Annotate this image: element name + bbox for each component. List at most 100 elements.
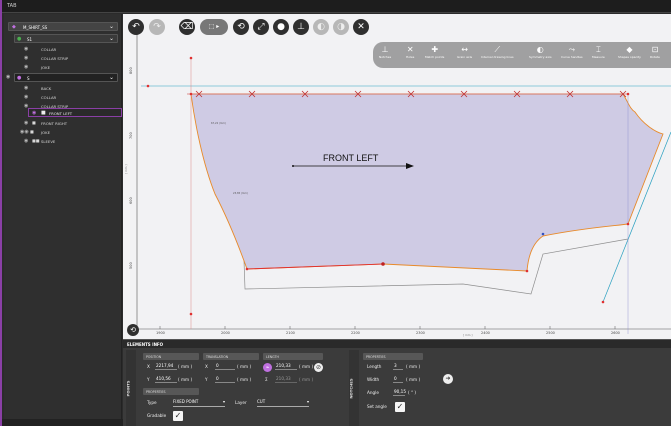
visibility-icon[interactable]: ◉: [6, 74, 10, 80]
unit-label: ( mm ): [299, 364, 314, 369]
properties-header: PROPERTIES: [143, 388, 199, 395]
lock-icon[interactable]: ■: [30, 129, 34, 134]
rotate-icon[interactable]: ⟲: [233, 19, 249, 35]
model-icon: ◆: [12, 24, 16, 30]
drawing-canvas[interactable]: 1900 2000 2100 2200 2300 2400 2500 2600 500 600 7…: [123, 14, 671, 339]
contrast-icon[interactable]: ◑: [333, 19, 349, 35]
x-tick-label: 2300: [416, 331, 425, 335]
type-dropdown[interactable]: FIXED POINT ▾: [173, 399, 225, 407]
unit-label: ( mm ): [299, 377, 314, 382]
line-tool-icon[interactable]: ⤢: [253, 19, 269, 35]
eraser-icon[interactable]: ⌫: [179, 19, 195, 35]
tool-curve-handles[interactable]: ⤳ Curve handles: [561, 44, 583, 59]
tree-group-s[interactable]: ● S ⌄: [14, 73, 118, 82]
set-angle-label: Set angle: [367, 404, 387, 409]
construction-point: [541, 232, 545, 236]
reset-view-icon[interactable]: ⟲: [127, 324, 139, 336]
tree-item-label: FRONT RIGHT: [41, 121, 68, 126]
chevron-down-icon[interactable]: ⌄: [109, 35, 114, 42]
visibility-icon[interactable]: ◉: [24, 94, 28, 100]
visibility-icon[interactable]: ◉: [24, 120, 28, 126]
front-left-piece: [190, 93, 664, 272]
mirror-icon[interactable]: ◐: [313, 19, 329, 35]
internal-lines-icon: ⟋: [494, 45, 501, 54]
notch-tool-icon[interactable]: ⊥: [293, 19, 309, 35]
chevron-down-icon[interactable]: ⌄: [109, 74, 114, 81]
notch-width-field[interactable]: 0: [393, 376, 403, 383]
tool-match-points[interactable]: ✚ Match points: [425, 44, 444, 59]
unit-label: ( mm ): [178, 364, 193, 369]
layer-dropdown[interactable]: CUT ▾: [257, 399, 309, 407]
tool-symmetry-axis[interactable]: ◐ Symmetry axis: [529, 44, 552, 59]
set-angle-checkbox[interactable]: ✓: [395, 402, 405, 412]
notch-action-icon[interactable]: ➜: [443, 374, 453, 384]
y-tick-label: 700: [129, 132, 133, 139]
grain-start-point: [292, 165, 294, 167]
position-x-field[interactable]: 2217,94: [155, 363, 177, 370]
display-options-panel: ⊥ Notches ✕ Holes ✚ Match points ↔ Grain axi…: [373, 42, 671, 68]
y-label: Y: [205, 377, 208, 382]
notch-icon: ⊥: [381, 45, 389, 54]
length-field[interactable]: 210,33: [275, 363, 297, 370]
length-header: LENGTH: [263, 353, 323, 360]
gradable-label: Gradable: [147, 413, 167, 418]
unit-label: ( mm ): [178, 377, 193, 382]
point-tool-icon[interactable]: ●: [273, 19, 289, 35]
tree-item-label: COLLAR: [41, 47, 57, 52]
gradable-checkbox[interactable]: ✓: [173, 411, 183, 421]
visibility-icon[interactable]: ◉◉: [20, 129, 29, 135]
title-bar: TAB: [2, 0, 671, 13]
lock-icon[interactable]: ■■: [32, 138, 40, 143]
translation-y-field[interactable]: 0: [215, 376, 235, 383]
type-label: Type: [147, 400, 157, 405]
visibility-icon[interactable]: ◉: [24, 138, 28, 144]
size-icon: ●: [17, 36, 22, 42]
notch-length-field[interactable]: 3: [393, 363, 403, 370]
close-icon[interactable]: ✕: [353, 19, 369, 35]
translation-x-field[interactable]: 0: [215, 363, 235, 370]
visibility-icon[interactable]: ◉: [32, 110, 36, 116]
x-axis-ticks: 1900 2000 2100 2200 2300 2400 2500 2600: [156, 326, 620, 335]
visibility-icon[interactable]: ◉: [24, 64, 28, 70]
tree-item-front-left-selected[interactable]: ◉ ■ FRONT LEFT: [28, 108, 122, 117]
symmetry-axis-icon: ◐: [536, 45, 544, 54]
x-tick-label: 1900: [156, 331, 165, 335]
opacity-icon: ◆: [626, 45, 633, 54]
tree-root-model[interactable]: ◆ M_SHIRT_SS ⌄: [8, 22, 118, 31]
visibility-icon[interactable]: ◉: [24, 85, 28, 91]
status-bar: [2, 419, 123, 426]
translation-header: TRANSLATION: [203, 353, 259, 360]
tool-measure[interactable]: ⌶ Measure: [592, 44, 605, 59]
lock-length-icon[interactable]: ⊘: [314, 363, 323, 372]
tool-shapes-opacity[interactable]: ◆ Shapes opacity: [618, 44, 641, 59]
visibility-icon[interactable]: ◉: [24, 55, 28, 61]
redo-icon[interactable]: ↷: [149, 19, 165, 35]
chevron-down-icon[interactable]: ⌄: [109, 23, 114, 30]
lock-icon[interactable]: ■: [41, 110, 46, 116]
undo-icon[interactable]: ↶: [128, 19, 144, 35]
notches-tab[interactable]: NOTCHES: [349, 350, 359, 426]
lock-icon[interactable]: ■: [32, 120, 36, 125]
tree-root-label: M_SHIRT_SS: [23, 25, 48, 30]
tool-internal-lines[interactable]: ⟋ Internal drawing lines: [481, 44, 514, 59]
position-y-field[interactable]: 410,56: [155, 376, 177, 383]
tool-holes[interactable]: ✕ Holes: [406, 44, 414, 59]
elements-info-panel: ELEMENTS INFO POINTS POSITION TRANSLATIO…: [123, 339, 671, 426]
y-axis-ticks: 500 600 700 800: [129, 67, 133, 269]
notch-angle-field[interactable]: 90,15: [393, 389, 406, 396]
x-tick-label: 2600: [611, 331, 620, 335]
tree-group-s1[interactable]: ● S1 ⌄: [14, 34, 118, 43]
construction-point: [189, 56, 193, 60]
measure-icon: ⌶: [595, 45, 601, 54]
construction-point: [245, 267, 249, 271]
points-tab[interactable]: POINTS: [125, 350, 136, 426]
tool-rotate[interactable]: ⊡ Rotate: [650, 44, 660, 59]
measure-label: 67,22 (mm): [211, 121, 226, 125]
size-icon: ●: [17, 75, 22, 81]
construction-point: [189, 312, 193, 316]
tool-grain-axis[interactable]: ↔ Grain axis: [457, 44, 472, 59]
pattern-tree-panel: ◆ M_SHIRT_SS ⌄ ● S1 ⌄ ◉ COLLAR ◉ COLLAR …: [4, 14, 122, 426]
tool-notches[interactable]: ⊥ Notches: [379, 44, 391, 59]
visibility-icon[interactable]: ◉: [24, 46, 28, 52]
select-mode-button[interactable]: ⬚ ▸: [200, 19, 228, 35]
